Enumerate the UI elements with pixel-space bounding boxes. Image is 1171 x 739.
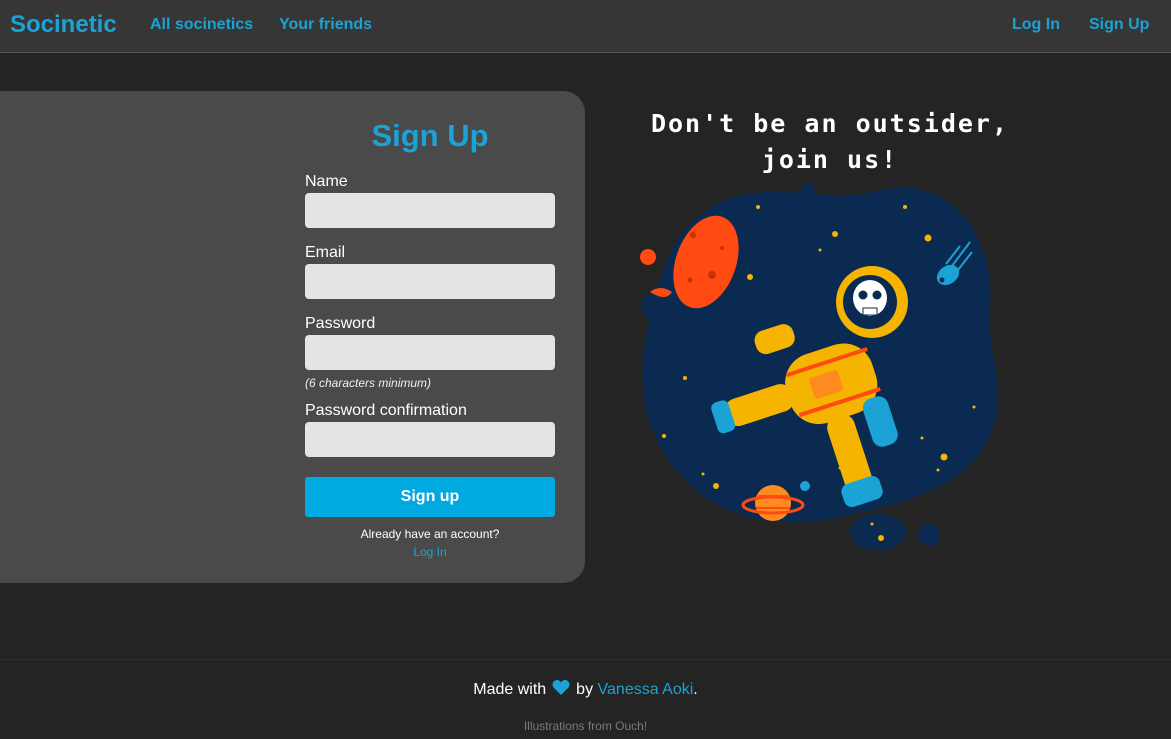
already-have-account-text: Already have an account? bbox=[360, 527, 500, 541]
astronaut-illustration-icon bbox=[640, 183, 998, 550]
brand-logo[interactable]: Socinetic bbox=[10, 11, 117, 39]
period-text: . bbox=[693, 681, 698, 698]
name-label: Name bbox=[305, 173, 348, 190]
nav-link-log-in[interactable]: Log In bbox=[1012, 16, 1060, 34]
illustration-credits: Illustrations from Ouch! bbox=[523, 719, 648, 733]
footer: Made with by Vanessa Aoki. Illustrations … bbox=[0, 659, 1171, 739]
nav-link-your-friends[interactable]: Your friends bbox=[279, 16, 372, 34]
heart-icon bbox=[552, 680, 570, 695]
sign-up-button[interactable]: Sign up bbox=[305, 477, 555, 517]
password-field[interactable] bbox=[305, 335, 555, 370]
password-confirmation-label: Password confirmation bbox=[305, 402, 467, 419]
log-in-link[interactable]: Log In bbox=[305, 545, 555, 559]
made-with-text: Made with bbox=[473, 681, 547, 698]
made-with-line: Made with by Vanessa Aoki. bbox=[0, 680, 1171, 699]
author-link[interactable]: Vanessa Aoki bbox=[598, 681, 694, 698]
password-hint: (6 characters minimum) bbox=[305, 376, 432, 390]
email-label: Email bbox=[305, 244, 346, 261]
navbar: Socinetic All socinetics Your friends Lo… bbox=[0, 0, 1171, 53]
form-title: Sign Up bbox=[371, 118, 489, 153]
email-field[interactable] bbox=[305, 264, 555, 299]
nav-link-all-socinetics[interactable]: All socinetics bbox=[150, 16, 253, 34]
tagline-line-1: Don't be an outsider, bbox=[650, 109, 1010, 138]
password-label: Password bbox=[305, 315, 376, 332]
name-field[interactable] bbox=[305, 193, 555, 228]
nav-link-sign-up[interactable]: Sign Up bbox=[1089, 16, 1149, 34]
by-text: by bbox=[576, 681, 594, 698]
tagline-line-2: join us! bbox=[761, 145, 899, 174]
tagline: Don't be an outsider, join us! bbox=[620, 106, 1040, 178]
password-confirmation-field[interactable] bbox=[305, 422, 555, 457]
